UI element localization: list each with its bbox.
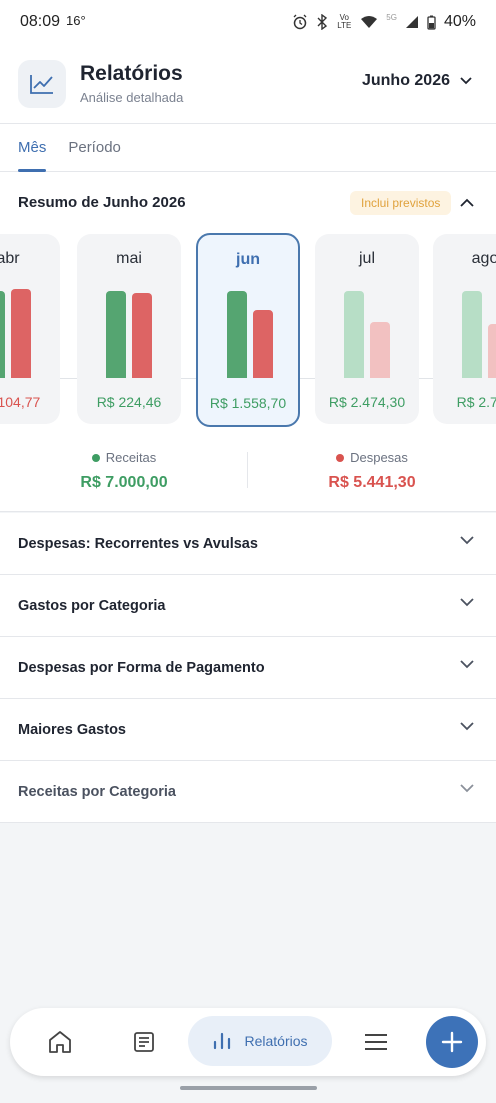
chevron-down-icon [460, 536, 474, 545]
page-title: Relatórios [80, 62, 183, 85]
bluetooth-icon [317, 14, 328, 30]
nav-home[interactable] [40, 1022, 80, 1062]
chevron-down-icon [460, 77, 472, 85]
income-bar [344, 291, 364, 378]
menu-icon [365, 1034, 387, 1050]
chevron-down-icon [460, 784, 474, 793]
expense-bar [488, 324, 496, 378]
month-name: jun [236, 251, 260, 268]
month-name: mai [116, 250, 142, 267]
chevron-down-icon [460, 660, 474, 669]
expense-bar [11, 289, 31, 378]
wifi-icon [361, 16, 378, 28]
expenses-label: Despesas [350, 450, 408, 465]
totals: Receitas R$ 7.000,00 Despesas R$ 5.441,3… [0, 442, 496, 502]
tab-month[interactable]: Mês [18, 124, 47, 172]
section-recurring-vs-single[interactable]: Despesas: Recorrentes vs Avulsas [0, 513, 496, 575]
income-dot [91, 453, 100, 462]
nav-reports[interactable]: Relatórios [188, 1016, 332, 1066]
reports-logo-icon [18, 59, 66, 108]
income-bar [0, 291, 5, 378]
month-name: abr [0, 250, 20, 267]
section-expenses-by-payment[interactable]: Despesas por Forma de Pagamento [0, 637, 496, 699]
tab-period[interactable]: Período [68, 124, 121, 171]
clock: 08:09 [20, 13, 61, 30]
section-spending-by-category[interactable]: Gastos por Categoria [0, 575, 496, 637]
section-title: Despesas: Recorrentes vs Avulsas [18, 535, 258, 552]
app-header: Relatórios Análise detalhada Junho 2026 [0, 44, 496, 124]
view-tabs: Mês Período [0, 124, 496, 172]
income-label: Receitas [105, 450, 157, 465]
month-selector-label: Junho 2026 [361, 72, 450, 89]
collapse-button[interactable] [460, 194, 474, 212]
section-title: Despesas por Forma de Pagamento [18, 659, 265, 676]
temperature: 16° [66, 12, 86, 28]
home-icon [49, 1031, 71, 1053]
income-bar [106, 291, 126, 378]
month-name: ago [471, 250, 496, 267]
expenses-value: R$ 5.441,30 [328, 474, 416, 491]
forecast-badge: Inclui previstos [350, 191, 452, 215]
notes-icon [134, 1032, 154, 1052]
income-bar [462, 291, 482, 378]
month-balance: R$ 224,46 [96, 394, 162, 410]
chevron-down-icon [460, 598, 474, 607]
section-top-expenses[interactable]: Maiores Gastos [0, 699, 496, 761]
status-bar: 08:09 16° Vo LTE 5G 40% [0, 0, 496, 44]
month-balance: R$ 1.558,70 [209, 395, 287, 411]
gesture-bar[interactable] [180, 1086, 317, 1090]
battery-percent: 40% [443, 13, 476, 30]
bar-chart-icon [214, 1032, 231, 1050]
network-5g: 5G [386, 13, 397, 22]
month-name: jul [358, 250, 375, 267]
nav-transactions[interactable] [124, 1022, 164, 1062]
month-card-ago[interactable]: ago R$ 2.723 [433, 234, 496, 424]
month-card-jul[interactable]: jul R$ 2.474,30 [315, 234, 419, 424]
expense-bar [370, 322, 390, 378]
volte-indicator: Vo LTE [337, 13, 352, 30]
income-value: R$ 7.000,00 [80, 474, 168, 491]
bottom-nav: Relatórios [10, 1008, 486, 1076]
add-button[interactable] [426, 1016, 478, 1068]
summary-title: Resumo de Junho 2026 [18, 194, 186, 211]
income-total: Receitas R$ 7.000,00 [0, 450, 248, 492]
nav-menu[interactable] [356, 1022, 396, 1062]
plus-icon [441, 1031, 463, 1053]
chevron-up-icon [460, 198, 474, 207]
nav-reports-label: Relatórios [244, 1033, 308, 1049]
income-bar [227, 291, 247, 378]
battery-icon [427, 15, 436, 30]
month-balance: R$ 104,77 [0, 394, 41, 410]
section-title: Gastos por Categoria [18, 597, 166, 614]
signal-icon [405, 16, 418, 28]
expenses-dot [336, 453, 345, 462]
section-title: Receitas por Categoria [18, 783, 176, 800]
expenses-total: Despesas R$ 5.441,30 [248, 450, 496, 492]
chevron-down-icon [460, 722, 474, 731]
month-balance: R$ 2.723 [456, 394, 496, 410]
month-card-mai[interactable]: mai R$ 224,46 [77, 234, 181, 424]
alarm-icon [293, 14, 307, 30]
section-title: Maiores Gastos [18, 721, 126, 738]
month-balance: R$ 2.474,30 [328, 394, 406, 410]
expense-bar [132, 293, 152, 378]
summary-card: Resumo de Junho 2026 Inclui previstos ab… [0, 172, 496, 512]
month-card-jun[interactable]: jun R$ 1.558,70 [196, 233, 300, 427]
expense-bar [253, 310, 273, 378]
month-selector[interactable]: Junho 2026 [362, 72, 472, 90]
page-subtitle: Análise detalhada [80, 90, 184, 105]
month-card-abr[interactable]: abr R$ 104,77 [0, 234, 60, 424]
section-income-by-category[interactable]: Receitas por Categoria [0, 761, 496, 823]
